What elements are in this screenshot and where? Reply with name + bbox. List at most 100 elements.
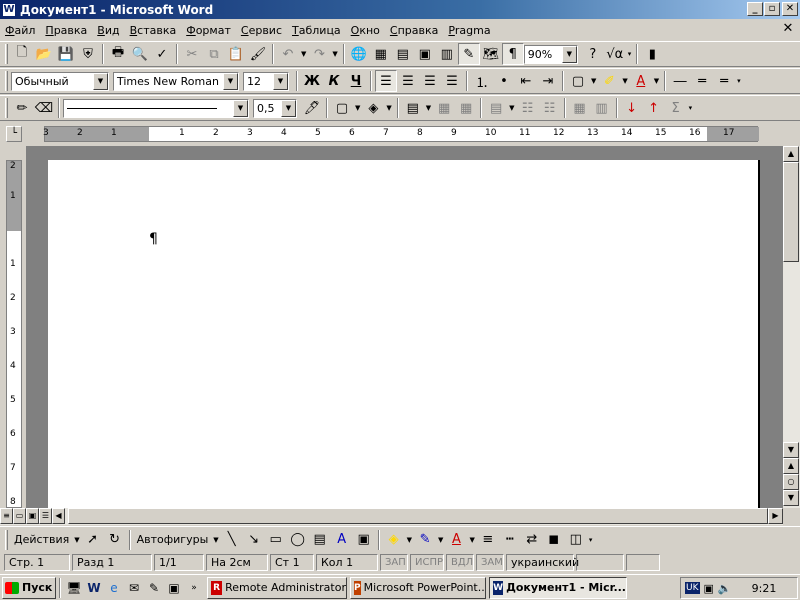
maximize-button[interactable]: ▫	[764, 2, 780, 16]
italic-button[interactable]: К	[323, 70, 345, 92]
title-bar[interactable]: W Документ1 - Microsoft Word _ ▫ ✕	[0, 0, 800, 19]
chevron-down-icon[interactable]: ▼	[93, 72, 108, 90]
scroll-thumb[interactable]	[783, 162, 799, 262]
line-icon[interactable]: ╲	[221, 529, 243, 551]
remote-admin-icon[interactable]: ▣	[164, 578, 184, 598]
status-track-changes[interactable]: ИСПР	[410, 554, 444, 571]
read-icon[interactable]: ▮	[641, 43, 663, 65]
permission-icon[interactable]: ⛨	[77, 43, 99, 65]
insert-table-dropdown-icon[interactable]: ▼	[426, 104, 431, 112]
merge-cells-icon[interactable]: ▦	[433, 97, 455, 119]
highlight-icon[interactable]: ✐	[598, 70, 620, 92]
font-color-dropdown-icon[interactable]: ▼	[654, 77, 659, 85]
menu-insert[interactable]: Вставка	[125, 24, 182, 37]
border-dropdown-icon[interactable]: ▼	[591, 77, 596, 85]
toolbar-grip[interactable]	[5, 71, 8, 91]
autosum-icon[interactable]: Σ	[665, 97, 687, 119]
distribute-rows-icon[interactable]: ☷	[517, 97, 539, 119]
line-weight-combo[interactable]: 0,5 ▼	[253, 98, 297, 118]
menu-file[interactable]: Файл	[0, 24, 40, 37]
clock[interactable]: 9:21	[752, 582, 777, 595]
insert-table-icon[interactable]: ▤	[392, 43, 414, 65]
insert-excel-icon[interactable]: ▣	[414, 43, 436, 65]
tab-selector[interactable]: └	[6, 126, 22, 142]
align-cell-dropdown-icon[interactable]: ▼	[509, 104, 514, 112]
fill-color-icon[interactable]: ◈	[383, 529, 405, 551]
save-icon[interactable]: 💾	[55, 43, 77, 65]
line-style-2-icon[interactable]: ═	[691, 70, 713, 92]
toolbar-grip[interactable]	[5, 529, 8, 550]
line-color-dropdown-icon[interactable]: ▼	[438, 536, 443, 544]
horizontal-ruler[interactable]: 3 2 1 1 2 3 4 5 6 7 8 9 10 11 12 13 14 15 16 17	[43, 126, 759, 142]
scroll-thumb[interactable]	[68, 508, 768, 524]
increase-indent-icon[interactable]: ⇥	[537, 70, 559, 92]
justify-icon[interactable]: ☰	[441, 70, 463, 92]
eraser-icon[interactable]: ⌫	[33, 97, 55, 119]
print-preview-icon[interactable]: 🔍	[129, 43, 151, 65]
status-overtype[interactable]: ЗАМ	[476, 554, 504, 571]
undo-icon[interactable]: ↶	[277, 43, 299, 65]
chevron-down-icon[interactable]: ▼	[74, 536, 79, 544]
rotate-icon[interactable]: ↻	[104, 529, 126, 551]
hyperlink-icon[interactable]: 🌐	[348, 43, 370, 65]
align-cell-icon[interactable]: ▤	[485, 97, 507, 119]
line-color-icon[interactable]: ✎	[414, 529, 436, 551]
sort-descending-icon[interactable]: ↑	[643, 97, 665, 119]
menu-format[interactable]: Формат	[181, 24, 236, 37]
drawing-icon[interactable]: ✎	[457, 43, 480, 65]
scroll-left-icon[interactable]: ◀	[52, 508, 65, 524]
horizontal-scrollbar[interactable]: ≡ ▭ ▣ ☰ ◀ ▶	[0, 508, 783, 525]
paste-icon[interactable]: 📋	[225, 43, 247, 65]
fill-dropdown-icon[interactable]: ▼	[407, 536, 412, 544]
open-folder-icon[interactable]: 📂	[33, 43, 55, 65]
equation-icon[interactable]: √α	[604, 43, 626, 65]
status-position[interactable]: На 2см	[206, 554, 268, 571]
quicklaunch-more-icon[interactable]: »	[184, 578, 204, 598]
menu-table[interactable]: Таблица	[287, 24, 346, 37]
menu-pragma[interactable]: Pragma	[443, 24, 495, 37]
copy-icon[interactable]: ⧉	[203, 43, 225, 65]
font-color-dropdown-icon[interactable]: ▼	[469, 536, 474, 544]
status-section[interactable]: Разд 1	[72, 554, 152, 571]
scroll-right-icon[interactable]: ▶	[768, 508, 783, 524]
outline-view-icon[interactable]: ☰	[39, 508, 52, 524]
align-center-icon[interactable]: ☰	[397, 70, 419, 92]
border-dropdown-icon[interactable]: ▼	[355, 104, 360, 112]
redo-icon[interactable]: ↷	[308, 43, 330, 65]
status-spelling[interactable]	[576, 554, 624, 571]
tables-borders-icon[interactable]: ▦	[370, 43, 392, 65]
toolbar-grip[interactable]	[5, 44, 8, 64]
style-combo[interactable]: Обычный ▼	[11, 71, 109, 91]
chevron-down-icon[interactable]: ▼	[233, 99, 248, 117]
toolbar-options-icon[interactable]: ▾	[689, 104, 693, 112]
cut-icon[interactable]: ✂	[181, 43, 203, 65]
normal-view-icon[interactable]: ≡	[0, 508, 13, 524]
menu-view[interactable]: Вид	[92, 24, 124, 37]
table-autoformat-icon[interactable]: ▦	[569, 97, 591, 119]
underline-button[interactable]: Ч	[345, 70, 367, 92]
select-browse-object-icon[interactable]: ○	[783, 474, 799, 490]
bullets-icon[interactable]: •	[493, 70, 515, 92]
pen-icon[interactable]: ✎	[144, 578, 164, 598]
line-style-combo[interactable]: ▼	[63, 98, 249, 118]
rectangle-icon[interactable]: ▭	[265, 529, 287, 551]
chevron-down-icon[interactable]: ▼	[213, 536, 218, 544]
previous-page-icon[interactable]: ▲	[783, 458, 799, 474]
print-layout-icon[interactable]: ▣	[26, 508, 39, 524]
status-pages[interactable]: 1/1	[154, 554, 204, 571]
line-style-3-icon[interactable]: ═	[713, 70, 735, 92]
align-left-icon[interactable]: ☰	[375, 70, 397, 92]
vertical-ruler[interactable]: 2 1 1 2 3 4 5 6 7 8	[6, 160, 22, 508]
outlook-icon[interactable]: ✉	[124, 578, 144, 598]
menu-window[interactable]: Окно	[346, 24, 385, 37]
font-color-icon[interactable]: A	[445, 529, 467, 551]
decrease-indent-icon[interactable]: ⇤	[515, 70, 537, 92]
show-desktop-icon[interactable]: 🖥	[64, 578, 84, 598]
document-page[interactable]: ¶	[48, 160, 760, 508]
autoshapes-button[interactable]: Автофигуры	[134, 533, 212, 546]
task-powerpoint[interactable]: P Microsoft PowerPoint...	[350, 576, 486, 599]
align-right-icon[interactable]: ☰	[419, 70, 441, 92]
font-size-combo[interactable]: 12 ▼	[243, 71, 289, 91]
shading-dropdown-icon[interactable]: ▼	[386, 104, 391, 112]
outside-border-icon[interactable]: ▢	[567, 70, 589, 92]
